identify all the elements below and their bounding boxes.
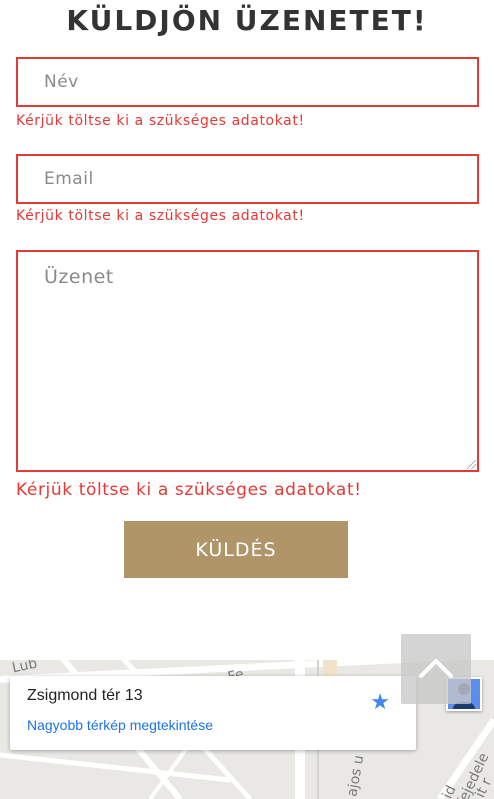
resize-handle-icon[interactable] [467,460,476,469]
email-error: Kérjük töltse ki a szükséges adatokat! [16,208,305,224]
message-placeholder: Üzenet [44,266,114,288]
chevron-up-icon [419,659,453,678]
email-placeholder: Email [44,169,94,189]
page-title: KÜLDJÖN ÜZENETET! [66,4,428,37]
submit-button[interactable]: KÜLDÉS [124,521,348,578]
map-info-card: Zsigmond tér 13 Nagyobb térkép megtekint… [10,676,416,750]
name-placeholder: Név [44,72,79,92]
map-address: Zsigmond tér 13 [27,687,143,704]
star-icon[interactable]: ★ [370,692,390,714]
email-field[interactable]: Email [16,154,479,204]
name-error: Kérjük töltse ki a szükséges adatokat! [16,113,305,129]
name-field[interactable]: Név [16,57,479,107]
view-larger-map-link[interactable]: Nagyobb térkép megtekintése [27,717,213,733]
message-textarea[interactable]: Üzenet [16,250,479,472]
back-to-top-button[interactable] [401,634,471,704]
message-error: Kérjük töltse ki a szükséges adatokat! [16,480,362,500]
